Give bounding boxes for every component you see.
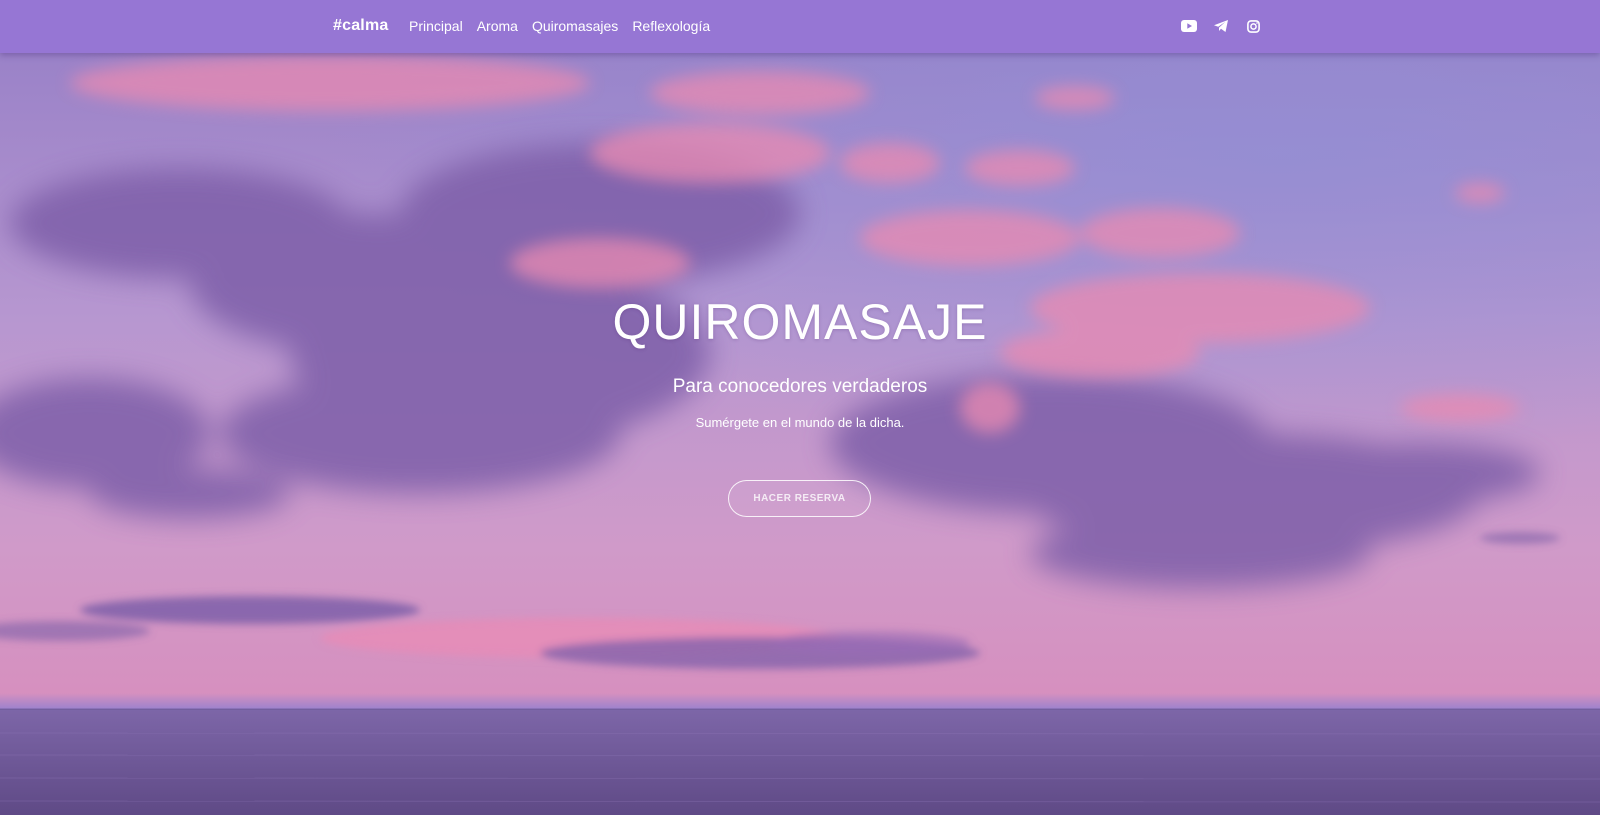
nav-link-reflexologia[interactable]: Reflexología — [632, 18, 710, 34]
nav-link-principal[interactable]: Principal — [409, 18, 463, 34]
nav-link-quiromasajes[interactable]: Quiromasajes — [532, 18, 618, 34]
instagram-icon[interactable] — [1244, 17, 1262, 35]
brand-logo[interactable]: #calma — [333, 17, 388, 35]
telegram-icon[interactable] — [1212, 17, 1230, 35]
book-appointment-button[interactable]: HACER RESERVA — [728, 480, 871, 517]
top-navbar: #calma Principal Aroma Quiromasajes Refl… — [0, 0, 1600, 53]
hero-section: QUIROMASAJE Para conocedores verdaderos … — [0, 53, 1600, 815]
social-links — [1180, 17, 1262, 35]
nav-link-aroma[interactable]: Aroma — [477, 18, 518, 34]
nav-links: Principal Aroma Quiromasajes Reflexologí… — [409, 18, 710, 34]
hero-subtitle: Para conocedores verdaderos — [672, 376, 928, 397]
hero-content: QUIROMASAJE Para conocedores verdaderos … — [0, 53, 1600, 815]
hero-title: QUIROMASAJE — [612, 294, 988, 350]
hero-description: Sumérgete en el mundo de la dicha. — [695, 415, 905, 430]
youtube-icon[interactable] — [1180, 17, 1198, 35]
